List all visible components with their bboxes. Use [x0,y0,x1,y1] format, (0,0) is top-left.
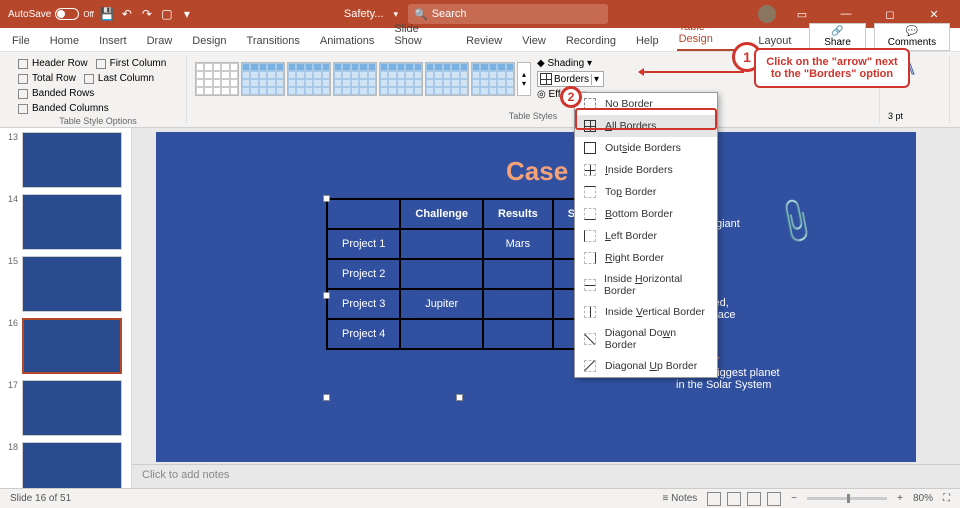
tab-home[interactable]: Home [48,31,81,51]
slideshow-icon[interactable]: ▢ [160,7,174,21]
thumbnail-13[interactable] [22,132,122,188]
zoom-level[interactable]: 80% [913,493,933,504]
thumbnail-14[interactable] [22,194,122,250]
table-style-thumb[interactable] [425,62,469,96]
table-styles-label: Table Styles [195,109,871,121]
notes-toggle[interactable]: ≡ Notes [663,493,698,504]
inside-borders-item[interactable]: Inside Borders [575,159,717,181]
undo-icon[interactable]: ↶ [120,7,134,21]
avatar[interactable] [758,5,776,23]
tab-slideshow[interactable]: Slide Show [392,19,448,51]
share-button[interactable]: 🔗 Share [809,23,865,51]
inside-vertical-item[interactable]: Inside Vertical Border [575,301,717,323]
gallery-more-button[interactable]: ▴▾ [517,62,531,96]
bottom-border-item[interactable]: Bottom Border [575,203,717,225]
sorter-view-icon[interactable] [727,492,741,506]
notes-pane[interactable]: Click to add notes [132,464,960,488]
fit-to-window-icon[interactable]: ⛶ [943,493,950,504]
filename[interactable]: Safety... [344,8,384,20]
total-row-checkbox[interactable]: Total Row [18,73,76,84]
tab-insert[interactable]: Insert [97,31,129,51]
no-border-item[interactable]: No Border [575,93,717,115]
tab-review[interactable]: Review [464,31,504,51]
slide-title[interactable]: Case [506,156,568,187]
slideshow-view-icon[interactable] [767,492,781,506]
comments-button[interactable]: 💬 Comments [874,23,950,51]
pen-weight[interactable]: 3 pt [888,111,941,121]
table-style-thumb[interactable] [379,62,423,96]
table-style-thumb[interactable] [287,62,331,96]
reading-view-icon[interactable] [747,492,761,506]
statusbar: Slide 16 of 51 ≡ Notes − + 80% ⛶ [0,488,960,508]
diagonal-down-item[interactable]: Diagonal Down Border [575,323,717,355]
thumbnail-16[interactable] [22,318,122,374]
slide-thumbnails[interactable]: 13 14 15 16 17 18 [0,128,132,488]
table-style-thumb[interactable] [241,62,285,96]
safety-pin-icon: 📎 [769,195,823,248]
tab-table-design[interactable]: Table Design [677,17,741,51]
borders-arrow[interactable]: ▾ [591,74,601,85]
thumbnail-18[interactable] [22,442,122,488]
inside-horizontal-item[interactable]: Inside Horizontal Border [575,269,717,301]
slide: Case Challenge Results S Project 1Mars P… [156,132,916,462]
banded-rows-checkbox[interactable]: Banded Rows [18,88,94,99]
callout-text: Click on the "arrow" next to the "Border… [754,48,910,88]
slide-canvas[interactable]: Case Challenge Results S Project 1Mars P… [132,128,960,488]
tab-transitions[interactable]: Transitions [245,31,302,51]
banded-columns-checkbox[interactable]: Banded Columns [18,103,109,114]
borders-icon [540,73,552,85]
zoom-out-button[interactable]: − [791,493,797,504]
left-border-item[interactable]: Left Border [575,225,717,247]
right-border-item[interactable]: Right Border [575,247,717,269]
callout-badge-2: 2 [560,86,582,108]
table-style-thumb[interactable] [471,62,515,96]
tab-animations[interactable]: Animations [318,31,376,51]
all-borders-item[interactable]: All Borders [575,115,717,137]
borders-dropdown: No Border All Borders Outside Borders In… [574,92,718,378]
zoom-slider[interactable] [807,497,887,500]
outside-borders-item[interactable]: Outside Borders [575,137,717,159]
table-style-thumb[interactable] [333,62,377,96]
callout-arrow [640,71,744,73]
table-style-thumb[interactable] [195,62,239,96]
shading-button[interactable]: ◆ Shading ▾ [537,58,604,69]
top-border-item[interactable]: Top Border [575,181,717,203]
autosave-toggle[interactable]: AutoSave Off [8,8,94,20]
thumbnail-15[interactable] [22,256,122,312]
tab-help[interactable]: Help [634,31,661,51]
tab-recording[interactable]: Recording [564,31,618,51]
borders-button[interactable]: Borders ▾ [537,71,604,87]
tab-file[interactable]: File [10,31,32,51]
header-row-checkbox[interactable]: Header Row [18,58,88,69]
first-column-checkbox[interactable]: First Column [96,58,167,69]
zoom-in-button[interactable]: + [897,493,903,504]
qat-more-icon[interactable]: ▾ [180,7,194,21]
redo-icon[interactable]: ↷ [140,7,154,21]
table-style-options-label: Table Style Options [18,114,178,126]
thumbnail-17[interactable] [22,380,122,436]
tab-design[interactable]: Design [190,31,228,51]
last-column-checkbox[interactable]: Last Column [84,73,154,84]
slide-indicator[interactable]: Slide 16 of 51 [10,493,71,504]
normal-view-icon[interactable] [707,492,721,506]
tab-view[interactable]: View [520,31,548,51]
tab-draw[interactable]: Draw [145,31,175,51]
diagonal-up-item[interactable]: Diagonal Up Border [575,355,717,377]
save-icon[interactable]: 💾 [100,7,114,21]
slide-table[interactable]: Challenge Results S Project 1Mars Projec… [326,198,591,350]
